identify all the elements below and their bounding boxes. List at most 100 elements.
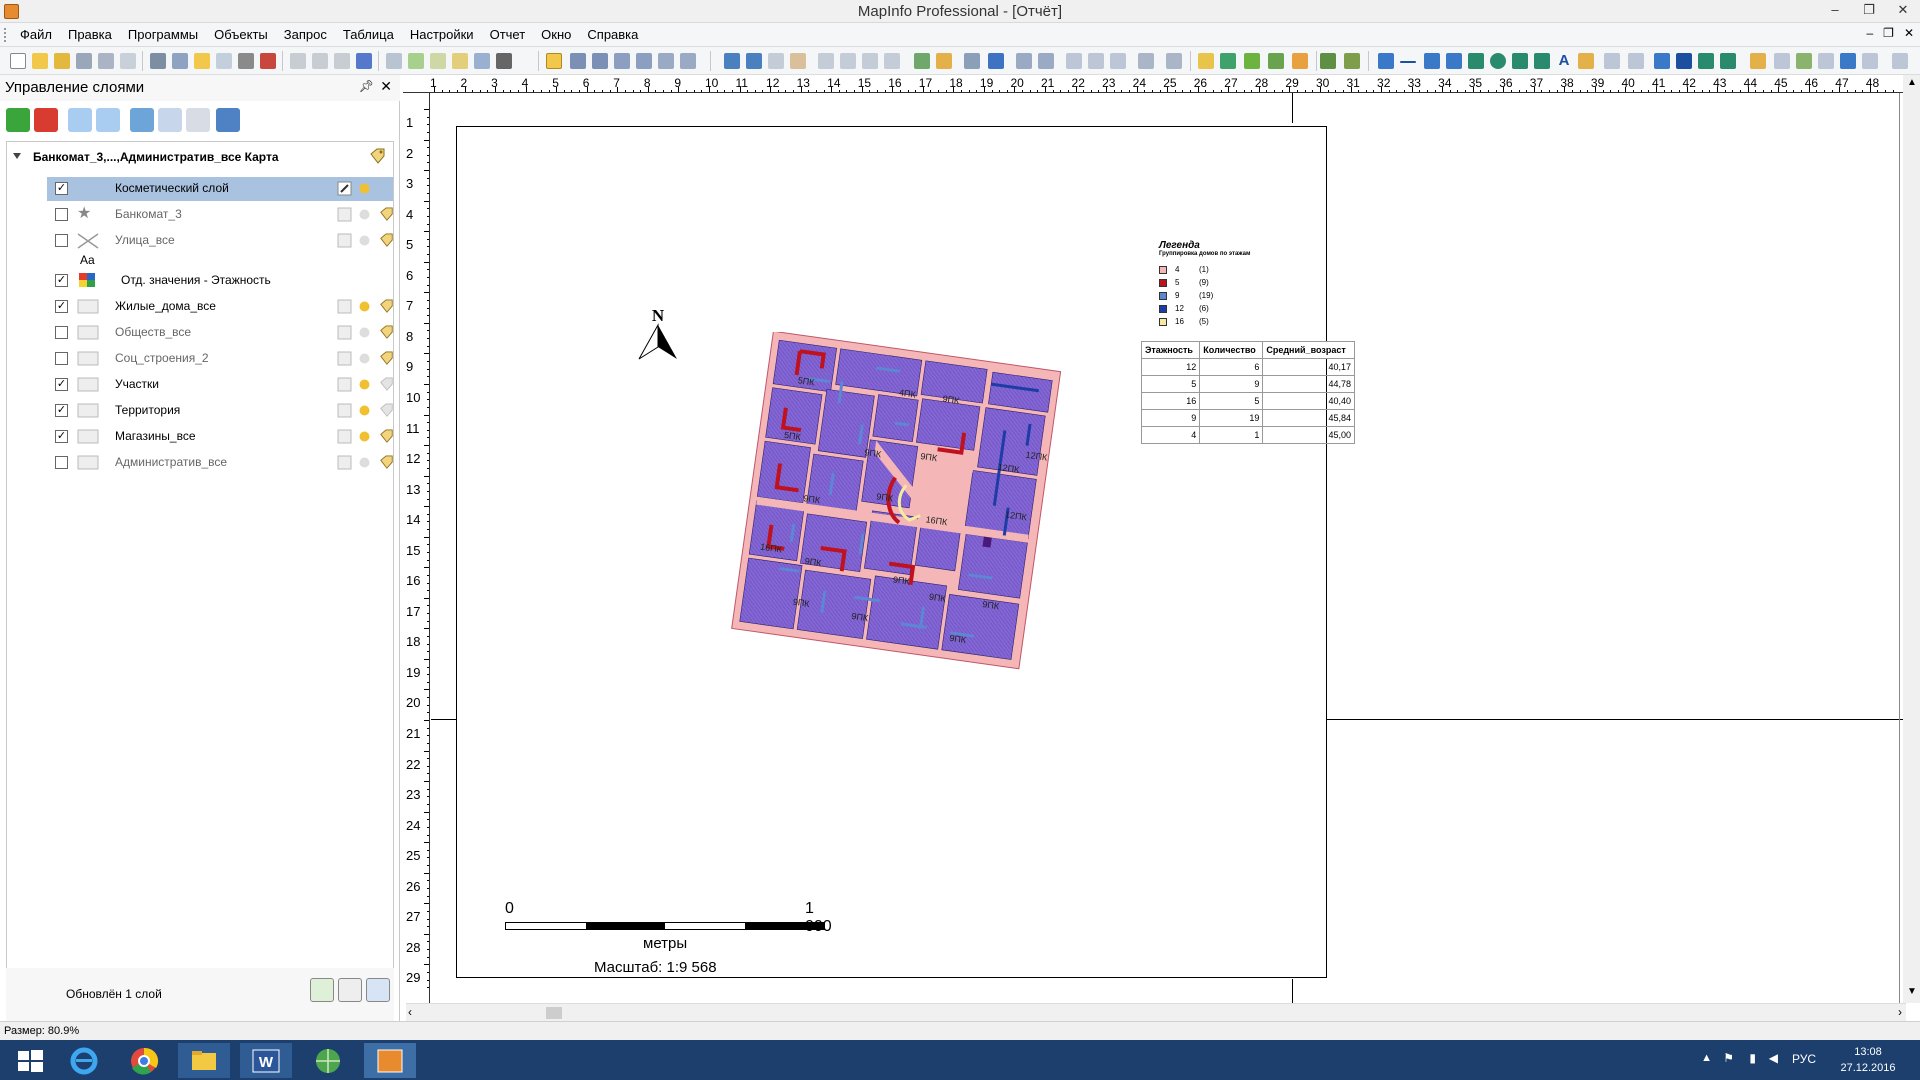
new-layout-icon[interactable] (452, 53, 468, 69)
map-legend[interactable]: Легенда Группировка домов по этажам 4 (1)… (1159, 240, 1299, 328)
marquee-select-icon[interactable] (570, 53, 586, 69)
layer-visibility-checkbox[interactable] (55, 352, 68, 365)
add-node-icon[interactable] (1088, 53, 1104, 69)
save-disabled-icon[interactable] (120, 53, 136, 69)
scroll-right-icon[interactable]: › (1898, 1005, 1902, 1019)
layer-visibility-checkbox[interactable] (55, 208, 68, 221)
volume-icon[interactable]: ◀ (1769, 1051, 1778, 1065)
layer-visibility-checkbox[interactable] (55, 234, 68, 247)
layer-visibility-checkbox[interactable] (55, 456, 68, 469)
toolbar-overflow-icon[interactable] (1892, 53, 1908, 69)
new-map-icon[interactable] (408, 53, 424, 69)
layer-visibility-checkbox[interactable]: ✓ (55, 378, 68, 391)
layer-visibility-checkbox[interactable]: ✓ (55, 404, 68, 417)
close-button[interactable]: ✕ (1886, 0, 1920, 22)
refresh-icon[interactable] (310, 978, 334, 1002)
save-workspace-icon[interactable] (172, 53, 188, 69)
mdi-minimize-button[interactable]: – (1866, 26, 1873, 40)
edit-pencil-icon[interactable] (337, 181, 352, 196)
menu-edit[interactable]: Правка (60, 27, 120, 43)
export-pdf-icon[interactable] (260, 53, 276, 69)
symbol-tool-icon[interactable] (1378, 53, 1394, 69)
label-tag-icon[interactable] (369, 148, 386, 165)
boundary-select-icon[interactable] (636, 53, 652, 69)
layer-options-icon[interactable] (216, 108, 240, 132)
reshape-icon[interactable] (1066, 53, 1082, 69)
new-icon[interactable] (10, 53, 26, 69)
chrome-icon[interactable] (118, 1043, 170, 1078)
map-tool-icon[interactable] (1320, 53, 1336, 69)
menu-programs[interactable]: Программы (120, 27, 206, 43)
paste-icon[interactable] (334, 53, 350, 69)
selectable-star-icon[interactable] (357, 429, 372, 444)
rectangle-tool-icon[interactable] (1512, 53, 1528, 69)
add-node-tool-icon[interactable] (1628, 53, 1644, 69)
radius-select-icon[interactable] (592, 53, 608, 69)
rounded-rect-tool-icon[interactable] (1534, 53, 1550, 69)
edit-pencil-icon[interactable] (337, 455, 352, 470)
remove-layer-icon[interactable] (34, 108, 58, 132)
network-icon[interactable]: ▮ (1749, 1051, 1756, 1065)
internet-explorer-icon[interactable] (58, 1043, 110, 1078)
horizontal-scrollbar[interactable]: ‹ › (406, 1003, 1906, 1021)
copy-icon[interactable] (312, 53, 328, 69)
maximize-button[interactable]: ❐ (1852, 0, 1886, 22)
report-refresh-icon[interactable] (1840, 53, 1856, 69)
selectable-star-icon[interactable] (357, 377, 372, 392)
menu-file[interactable]: Файл (12, 27, 60, 43)
move-down-icon[interactable] (96, 108, 120, 132)
unselect-all-icon[interactable] (658, 53, 674, 69)
graph-select-icon[interactable] (680, 53, 696, 69)
legend-icon[interactable] (964, 53, 980, 69)
undo-icon[interactable] (356, 53, 372, 69)
open-icon[interactable] (32, 53, 48, 69)
ellipse-tool-icon[interactable] (1490, 53, 1506, 69)
report-line-icon[interactable] (1862, 53, 1878, 69)
mapinfo-taskbar-icon[interactable] (364, 1043, 416, 1078)
input-language[interactable]: РУС (1792, 1052, 1816, 1066)
selectable-star-icon[interactable] (357, 181, 372, 196)
vertical-scrollbar[interactable]: ▲ ▼ (1903, 75, 1920, 1003)
edit-pencil-icon[interactable] (337, 233, 352, 248)
label-tag-icon[interactable] (379, 207, 394, 222)
layer-row-streets[interactable]: Улица_все (47, 229, 393, 253)
layer-row-public[interactable]: Обществ_все (47, 321, 393, 345)
layer-row-admin[interactable]: Административ_все (47, 451, 393, 475)
selectable-star-icon[interactable] (357, 299, 372, 314)
menu-settings[interactable]: Настройки (402, 27, 482, 43)
selectable-star-icon[interactable] (357, 325, 372, 340)
new-graph-icon[interactable] (430, 53, 446, 69)
grabber-hand-icon[interactable] (790, 53, 806, 69)
layer-properties-icon[interactable] (130, 108, 154, 132)
layer-row-bankomat[interactable]: ★ Банкомат_3 (47, 203, 393, 227)
mdi-close-button[interactable]: ✕ (1904, 26, 1914, 40)
menu-query[interactable]: Запрос (276, 27, 335, 43)
print-preview-icon[interactable] (216, 53, 232, 69)
layer-visibility-checkbox[interactable]: ✓ (55, 182, 68, 195)
selectable-star-icon[interactable] (357, 233, 372, 248)
grid-surface-icon[interactable] (1268, 53, 1284, 69)
layer-visibility-checkbox[interactable]: ✓ (55, 300, 68, 313)
layer-row-cosmetic[interactable]: ✓ Косметический слой (47, 177, 393, 201)
edit-pencil-icon[interactable] (337, 429, 352, 444)
move-up-icon[interactable] (68, 108, 92, 132)
map-layout-icon[interactable] (1198, 53, 1214, 69)
thematic-map-icon[interactable] (1244, 53, 1260, 69)
selectable-star-icon[interactable] (357, 455, 372, 470)
menu-grip[interactable] (4, 28, 8, 42)
options-icon[interactable] (338, 978, 362, 1002)
selectable-star-icon[interactable] (357, 403, 372, 418)
polygon-select-icon[interactable] (614, 53, 630, 69)
layer-row-parcels[interactable]: ✓ Участки (47, 373, 393, 397)
group-layers-icon[interactable] (186, 108, 210, 132)
layer-row-social[interactable]: Соц_строения_2 (47, 347, 393, 371)
polyline-tool-icon[interactable] (1424, 53, 1440, 69)
edit-pencil-icon[interactable] (337, 207, 352, 222)
report-page-icon[interactable] (1774, 53, 1790, 69)
frame-tool-icon[interactable] (1578, 53, 1594, 69)
edit-pencil-icon[interactable] (337, 351, 352, 366)
flag-icon[interactable]: ⚑ (1723, 1051, 1734, 1065)
scrollbar-thumb[interactable] (546, 1007, 562, 1019)
edit-pencil-icon[interactable] (337, 403, 352, 418)
line-tool-icon[interactable] (1400, 61, 1416, 63)
